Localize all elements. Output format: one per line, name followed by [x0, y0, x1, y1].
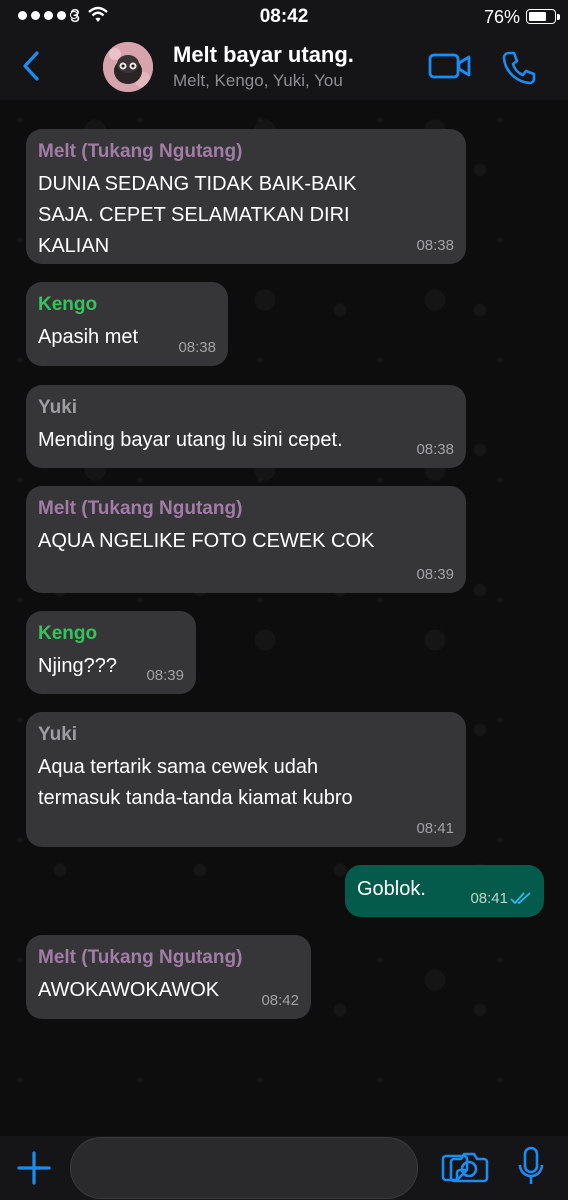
message-bubble[interactable]: Kengo Njing??? 08:39: [26, 611, 196, 694]
status-time: 08:42: [259, 6, 309, 27]
status-bar: 3 08:42 76%: [0, 0, 568, 36]
message-time: 08:39: [146, 667, 184, 684]
message-text: AQUA NGELIKE FOTO CEWEK COK: [38, 530, 375, 552]
message-bubble[interactable]: Melt (Tukang Ngutang) AQUA NGELIKE FOTO …: [26, 486, 466, 593]
microphone-icon[interactable]: [517, 1146, 545, 1188]
message-text: DUNIA SEDANG TIDAK BAIK-BAIK SAJA. CEPET…: [38, 173, 357, 257]
message-sender: Melt (Tukang Ngutang): [38, 947, 243, 968]
message-sender: Melt (Tukang Ngutang): [38, 141, 243, 162]
message-bubble[interactable]: Melt (Tukang Ngutang) AWOKAWOKAWOK 08:42: [26, 935, 311, 1019]
message-sender: Yuki: [38, 724, 78, 745]
battery-percent: 76%: [483, 7, 520, 27]
chat-title[interactable]: Melt bayar utang.: [173, 42, 354, 68]
chat-members[interactable]: Melt, Kengo, Yuki, You: [173, 71, 343, 91]
phone-icon[interactable]: [500, 49, 538, 87]
message-time: 08:42: [261, 992, 299, 1009]
video-call-icon[interactable]: [428, 51, 472, 81]
message-time: 08:41: [470, 890, 508, 907]
message-bubble[interactable]: Yuki Aqua tertarik sama cewek udah terma…: [26, 712, 466, 847]
message-composer: [0, 1136, 568, 1200]
message-time: 08:41: [416, 820, 454, 837]
message-time: 08:39: [416, 566, 454, 583]
message-text: AWOKAWOKAWOK: [38, 979, 220, 1001]
camera-icon[interactable]: [449, 1150, 489, 1184]
chevron-left-icon[interactable]: [20, 50, 42, 82]
message-sender: Kengo: [38, 294, 98, 315]
message-text: Aqua tertarik sama cewek udah termasuk t…: [38, 756, 353, 809]
message-sender: Melt (Tukang Ngutang): [38, 498, 243, 519]
message-text: Mending bayar utang lu sini cepet.: [38, 429, 343, 451]
message-bubble[interactable]: Yuki Mending bayar utang lu sini cepet. …: [26, 385, 466, 468]
message-bubble[interactable]: Kengo Apasih met 08:38: [26, 282, 228, 366]
group-avatar[interactable]: [103, 42, 153, 92]
message-sender: Yuki: [38, 397, 78, 418]
message-bubble[interactable]: Melt (Tukang Ngutang) DUNIA SEDANG TIDAK…: [26, 129, 466, 264]
message-time: 08:38: [178, 339, 216, 356]
message-sender: Kengo: [38, 623, 98, 644]
chat-header: Melt bayar utang. Melt, Kengo, Yuki, You: [0, 36, 568, 100]
battery-icon: [526, 9, 560, 24]
message-time: 08:38: [416, 237, 454, 254]
plus-icon[interactable]: [16, 1150, 52, 1186]
message-input[interactable]: [70, 1137, 469, 1199]
double-check-icon: [510, 892, 531, 905]
message-time: 08:38: [416, 441, 454, 458]
outgoing-message-bubble[interactable]: Goblok. 08:41: [345, 865, 544, 917]
